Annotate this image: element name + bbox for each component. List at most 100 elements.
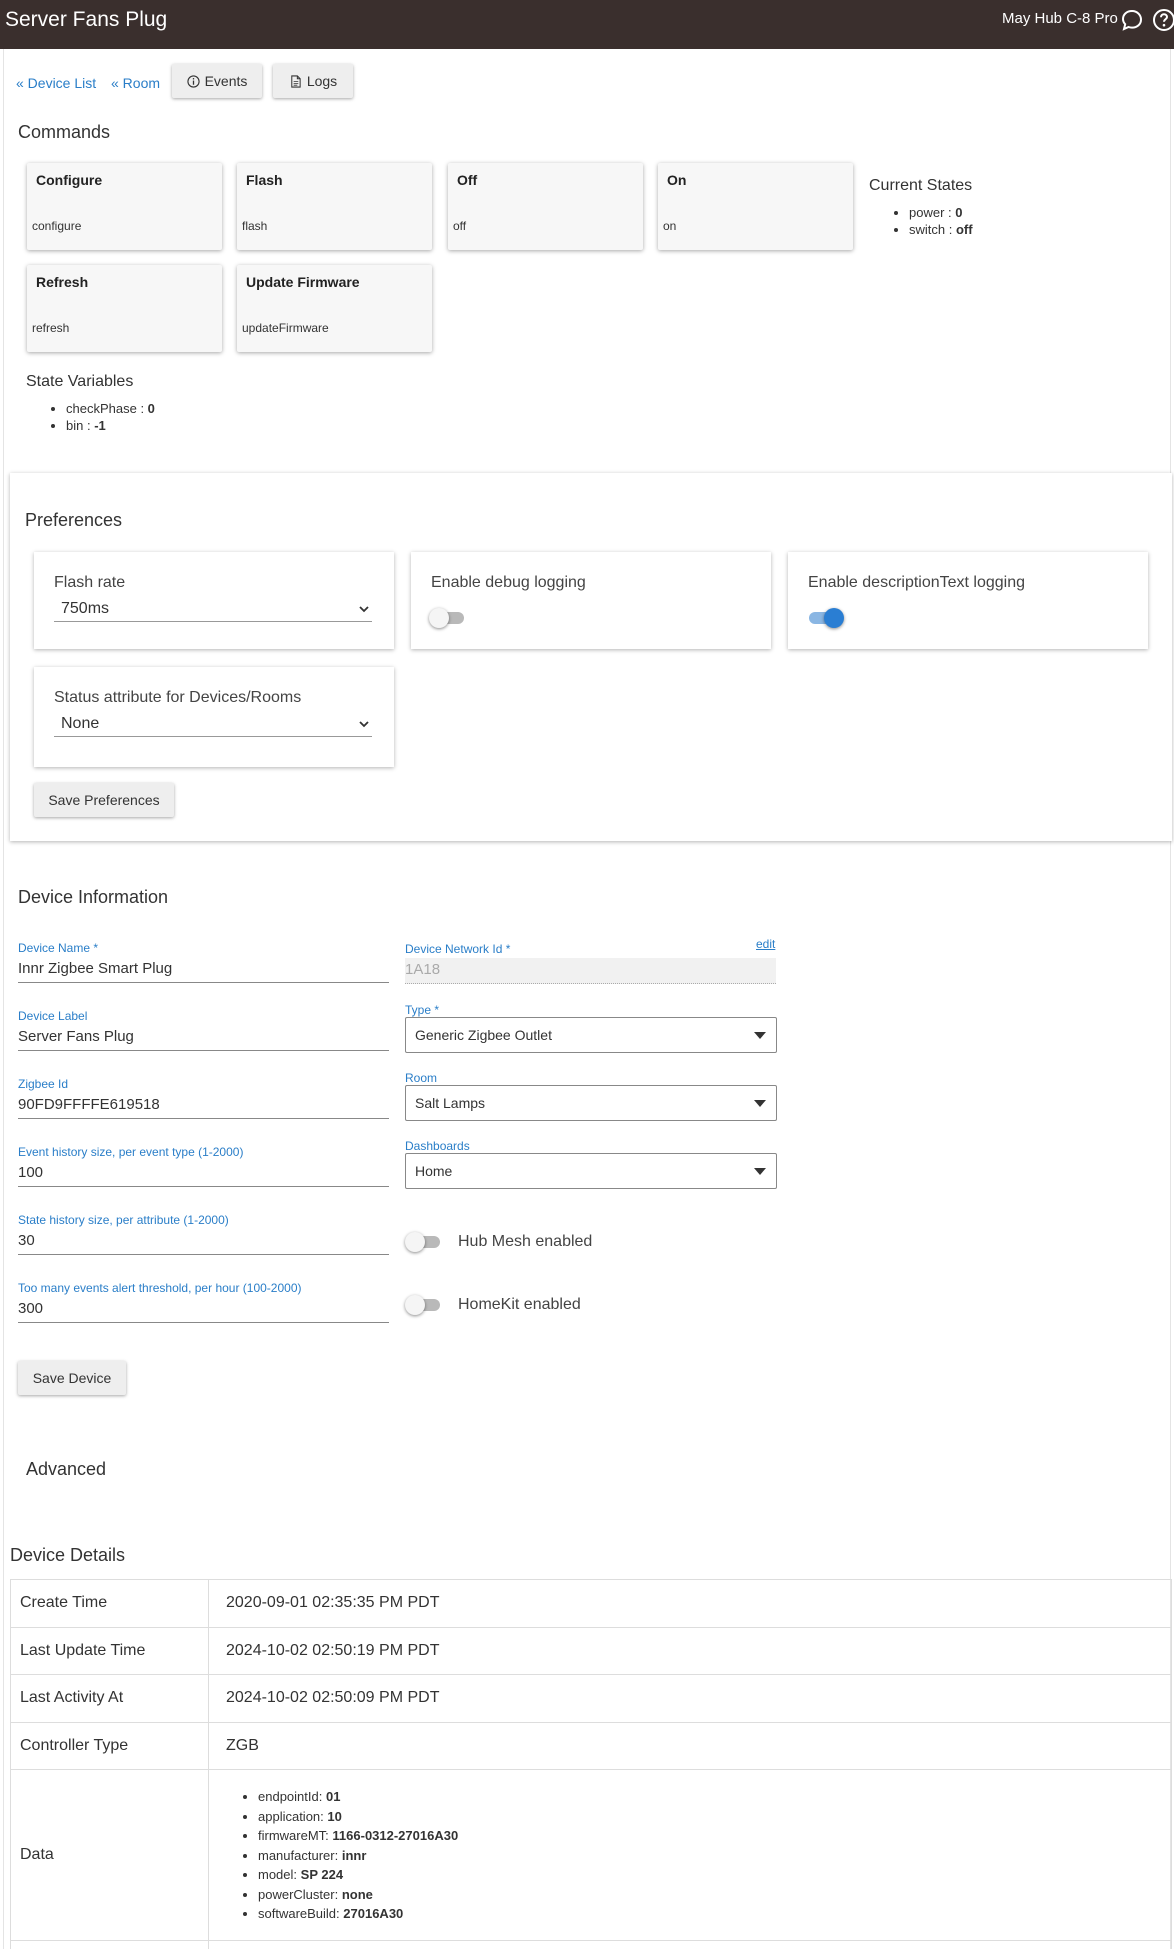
command-method: updateFirmware [242, 321, 329, 335]
device-label-field[interactable]: Server Fans Plug [18, 1025, 389, 1051]
list-item: manufacturer: innr [258, 1846, 1171, 1866]
room-select[interactable]: Salt Lamps [405, 1085, 777, 1121]
command-name: Refresh [36, 274, 89, 290]
command-name: On [667, 172, 687, 188]
table-value: 2024-10-02 02:50:09 PM PDT [208, 1674, 1172, 1723]
table-key: Create Time [10, 1579, 209, 1628]
type-select[interactable]: Generic Zigbee Outlet [405, 1017, 777, 1053]
chevron-down-icon [359, 606, 369, 613]
state-history-field[interactable]: 30 [18, 1229, 389, 1255]
zigbee-id-field[interactable]: 90FD9FFFFE619518 [18, 1093, 389, 1119]
table-value: 2024-10-02 02:50:19 PM PDT [208, 1626, 1172, 1676]
commands-heading: Commands [18, 122, 111, 142]
status-attribute-select[interactable]: None [54, 711, 372, 737]
logs-label: Logs [306, 73, 338, 89]
command-refresh[interactable]: Refresh refresh [27, 265, 222, 352]
data-list: endpointId: 01 application: 10 firmwareM… [209, 1787, 1171, 1924]
flash-rate-value: 750ms [61, 600, 110, 617]
logs-button[interactable]: Logs [273, 64, 353, 98]
status-attribute-value: None [61, 715, 100, 732]
network-id-label: Device Network Id * [405, 942, 511, 956]
state-history-label: State history size, per attribute (1-200… [18, 1213, 229, 1227]
command-on[interactable]: On on [658, 163, 853, 250]
save-preferences-button[interactable]: Save Preferences [34, 783, 174, 817]
top-bar: Server Fans Plug May Hub C-8 Pro [0, 0, 1174, 49]
table-row: Create Time 2020-09-01 02:35:35 PM PDT [10, 1579, 1172, 1628]
hub-mesh-label: Hub Mesh enabled [458, 1233, 593, 1250]
description-logging-tile: Enable descriptionText logging [788, 552, 1148, 649]
command-update-firmware[interactable]: Update Firmware updateFirmware [237, 265, 432, 352]
preferences-card [10, 473, 1172, 841]
network-id-edit-link[interactable]: edit [756, 937, 775, 951]
table-value: endpointId: 01 application: 10 firmwareM… [208, 1769, 1172, 1942]
info-icon [186, 74, 200, 88]
state-variables-list: checkPhase : 0 bin : -1 [66, 401, 155, 435]
command-name: Off [457, 172, 478, 188]
command-flash[interactable]: Flash flash [237, 163, 432, 250]
list-item: model: SP 224 [258, 1865, 1171, 1885]
table-value: ZGB [208, 1721, 1172, 1771]
events-button[interactable]: Events [172, 64, 262, 98]
list-item: application: 10 [258, 1807, 1171, 1827]
table-row [10, 1940, 1172, 1949]
table-row: Controller Type ZGB [10, 1721, 1172, 1771]
command-name: Configure [36, 172, 103, 188]
list-item: bin : -1 [66, 418, 155, 433]
room-value: Salt Lamps [415, 1095, 486, 1111]
table-key: Last Update Time [10, 1626, 209, 1676]
device-details-table: Create Time 2020-09-01 02:35:35 PM PDT L… [10, 1579, 1172, 1949]
command-off[interactable]: Off off [448, 163, 643, 250]
command-name: Flash [246, 172, 283, 188]
command-name: Update Firmware [246, 274, 360, 290]
dashboards-label: Dashboards [405, 1139, 470, 1153]
flash-rate-select[interactable]: 750ms [54, 596, 372, 622]
command-configure[interactable]: Configure configure [27, 163, 222, 250]
debug-logging-tile: Enable debug logging [411, 552, 771, 649]
type-label: Type * [405, 1003, 440, 1017]
debug-logging-label: Enable debug logging [431, 574, 586, 591]
device-information-heading: Device Information [18, 887, 169, 907]
document-icon [291, 74, 301, 88]
advanced-toggle[interactable]: Advanced [26, 1459, 106, 1480]
status-attribute-label: Status attribute for Devices/Rooms [54, 689, 302, 706]
hub-name[interactable]: May Hub C-8 Pro [1002, 10, 1118, 27]
device-list-link[interactable]: « Device List [16, 75, 96, 91]
description-logging-label: Enable descriptionText logging [808, 574, 1026, 591]
command-method: flash [242, 219, 268, 233]
flash-rate-tile: Flash rate 750ms [34, 552, 394, 649]
flash-rate-label: Flash rate [54, 574, 126, 591]
dashboards-value: Home [415, 1163, 453, 1179]
description-logging-toggle[interactable] [806, 608, 844, 628]
device-name-field[interactable]: Innr Zigbee Smart Plug [18, 957, 389, 983]
save-device-button[interactable]: Save Device [18, 1361, 126, 1395]
status-attribute-tile: Status attribute for Devices/Rooms None [34, 667, 394, 767]
list-item: powerCluster: none [258, 1885, 1171, 1905]
homekit-label: HomeKit enabled [458, 1296, 581, 1313]
caret-down-icon [754, 1100, 766, 1107]
list-item: switch : off [909, 222, 973, 237]
list-item: endpointId: 01 [258, 1787, 1171, 1807]
dashboards-select[interactable]: Home [405, 1153, 777, 1189]
list-item: firmwareMT: 1166-0312-27016A30 [258, 1826, 1171, 1846]
room-label: Room [405, 1071, 438, 1085]
hub-mesh-toggle[interactable] [405, 1232, 443, 1252]
table-row: Last Activity At 2024-10-02 02:50:09 PM … [10, 1674, 1172, 1723]
homekit-toggle[interactable] [405, 1295, 443, 1315]
debug-logging-toggle[interactable] [429, 608, 467, 628]
state-variables-heading: State Variables [26, 373, 134, 390]
help-icon[interactable] [1152, 8, 1174, 32]
room-link[interactable]: « Room [111, 75, 160, 91]
event-history-field[interactable]: 100 [18, 1161, 389, 1187]
list-item: softwareBuild: 27016A30 [258, 1904, 1171, 1924]
command-method: off [453, 219, 467, 233]
events-label: Events [204, 73, 248, 89]
list-item: checkPhase : 0 [66, 401, 155, 416]
list-item: power : 0 [909, 205, 973, 220]
type-value: Generic Zigbee Outlet [415, 1027, 552, 1043]
current-states-heading: Current States [869, 177, 973, 194]
preferences-heading: Preferences [25, 510, 123, 530]
too-many-events-field[interactable]: 300 [18, 1297, 389, 1323]
device-name-label: Device Name * [18, 941, 99, 955]
command-method: refresh [32, 321, 70, 335]
chat-bubble-icon[interactable] [1120, 8, 1144, 32]
